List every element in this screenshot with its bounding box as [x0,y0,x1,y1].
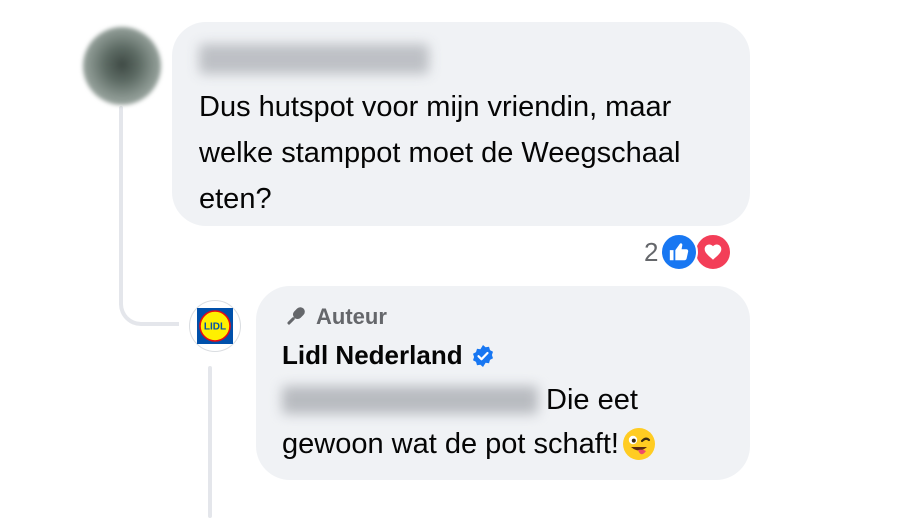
mentioned-name-redacted[interactable] [282,386,538,414]
lidl-avatar[interactable]: LIDL [189,300,241,352]
reply-text: gewoon wat de pot schaft! [282,427,619,460]
love-icon [694,233,733,271]
reply-bubble: Auteur Lidl Nederland Die eet gewoon wat… [256,286,750,480]
microphone-icon [280,304,310,330]
comment-thread: Dus hutspot voor mijn vriendin, maar wel… [0,0,920,518]
comment-bubble: Dus hutspot voor mijn vriendin, maar wel… [172,22,750,226]
commenter-name-redacted[interactable] [199,44,429,74]
comment-text: Dus hutspot voor mijn vriendin, maar wel… [199,91,681,215]
comment-reactions[interactable]: 2 [644,232,733,272]
thread-connector-curve [119,286,179,326]
commenter-avatar[interactable] [83,27,161,105]
svg-text:LIDL: LIDL [204,322,226,333]
author-label: Auteur [316,304,387,329]
lidl-logo-icon: LIDL [197,308,233,344]
reply-thread-line [208,366,212,518]
author-badge: Auteur [280,304,387,330]
like-icon [660,233,699,271]
thread-connector-line [119,106,123,306]
reply-author: Lidl Nederland [282,340,495,371]
reply-text: Die eet [546,383,638,416]
reply-text-line-1: Die eet [282,378,638,422]
reply-text-line-2: gewoon wat de pot schaft! [282,422,657,466]
reaction-count: 2 [644,236,659,267]
page-name-link[interactable]: Lidl Nederland [282,340,463,371]
verified-badge-icon [471,344,495,368]
winking-face-with-tongue-icon [621,426,657,462]
